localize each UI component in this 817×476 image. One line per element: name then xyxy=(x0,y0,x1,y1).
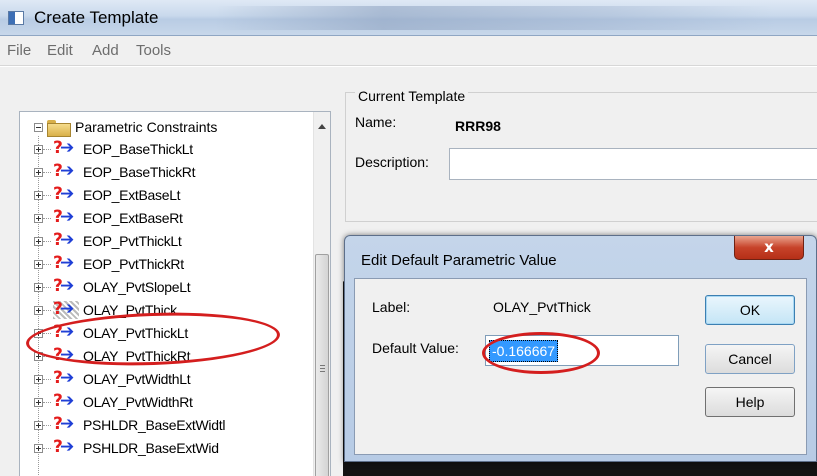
ok-button[interactable]: OK xyxy=(705,295,795,325)
parametric-constraint-icon: ? ➔ xyxy=(53,276,75,296)
description-label: Description: xyxy=(355,154,429,170)
tree-item[interactable]: ? ➔ PSHLDR_BaseExtWidtl xyxy=(34,414,225,436)
menu-add[interactable]: Add xyxy=(92,42,119,59)
scroll-up-arrow-icon[interactable] xyxy=(318,124,326,129)
expand-icon[interactable] xyxy=(34,305,43,315)
current-template-title: Current Template xyxy=(355,88,469,104)
annotation-ellipse-default-value xyxy=(482,332,600,374)
expand-icon[interactable] xyxy=(34,213,43,223)
menu-file[interactable]: File xyxy=(7,42,31,59)
tree-vertical-scrollbar[interactable] xyxy=(313,112,330,476)
expand-icon[interactable] xyxy=(34,259,43,269)
dialog-title: Edit Default Parametric Value xyxy=(361,252,557,269)
tree-item[interactable]: ? ➔ EOP_PvtThickLt xyxy=(34,230,182,252)
tree-item[interactable]: ? ➔ EOP_BaseThickLt xyxy=(34,138,193,160)
tree-item-label: PSHLDR_BaseExtWidtl xyxy=(83,417,226,433)
tree-item-label: PSHLDR_BaseExtWid xyxy=(83,440,219,456)
tree-item[interactable]: ? ➔ OLAY_PvtSlopeLt xyxy=(34,276,191,298)
default-value-caption: Default Value: xyxy=(372,340,459,356)
parametric-constraint-icon: ? ➔ xyxy=(53,207,75,227)
parametric-constraint-icon: ? ➔ xyxy=(53,437,75,457)
dialog-close-button[interactable]: x xyxy=(734,236,804,260)
cancel-button[interactable]: Cancel xyxy=(705,344,795,374)
expand-icon[interactable] xyxy=(34,167,43,177)
parametric-constraints-tree[interactable]: Parametric Constraints ? ➔ EOP_BaseThickL… xyxy=(19,111,331,476)
expand-icon[interactable] xyxy=(34,236,43,246)
parametric-constraint-icon: ? ➔ xyxy=(53,299,79,319)
parametric-constraint-icon: ? ➔ xyxy=(53,138,75,158)
dialog-label-value: OLAY_PvtThick xyxy=(493,299,591,315)
help-button[interactable]: Help xyxy=(705,387,795,417)
dialog-label-caption: Label: xyxy=(372,299,411,315)
expand-icon[interactable] xyxy=(34,282,43,292)
tree-item-label: EOP_BaseThickRt xyxy=(83,164,196,180)
main-workspace: Parametric Constraints ? ➔ EOP_BaseThickL… xyxy=(0,67,817,476)
scrollbar-thumb[interactable] xyxy=(315,254,329,476)
folder-icon xyxy=(47,119,71,137)
tree-item-label: OLAY_PvtWidthLt xyxy=(83,371,191,387)
name-label: Name: xyxy=(355,114,397,130)
tree-item[interactable]: ? ➔ PSHLDR_BaseExtWid xyxy=(34,437,219,459)
expand-icon[interactable] xyxy=(34,190,43,200)
tree-root-parametric-constraints[interactable]: Parametric Constraints xyxy=(34,116,217,138)
tree-item-label: OLAY_PvtWidthRt xyxy=(83,394,193,410)
tree-item-label: EOP_BaseThickLt xyxy=(83,141,193,157)
parametric-constraint-icon: ? ➔ xyxy=(53,161,75,181)
tree-item-label: EOP_ExtBaseLt xyxy=(83,187,181,203)
tree-item[interactable]: ? ➔ EOP_ExtBaseLt xyxy=(34,184,181,206)
menu-bar: File Edit Add Tools xyxy=(0,36,817,66)
window-title-bar: Create Template xyxy=(0,0,817,36)
parametric-constraint-icon: ? ➔ xyxy=(53,368,75,388)
menu-tools[interactable]: Tools xyxy=(136,42,171,59)
parametric-constraint-icon: ? ➔ xyxy=(53,414,75,434)
app-icon xyxy=(8,11,24,25)
tree-item[interactable]: ? ➔ OLAY_PvtWidthLt xyxy=(34,368,191,390)
menu-edit[interactable]: Edit xyxy=(47,42,73,59)
tree-item-label: OLAY_PvtSlopeLt xyxy=(83,279,191,295)
tree-item-label: EOP_PvtThickLt xyxy=(83,233,182,249)
parametric-constraint-icon: ? ➔ xyxy=(53,230,75,250)
tree-item[interactable]: ? ➔ EOP_ExtBaseRt xyxy=(34,207,183,229)
tree-item-label: EOP_ExtBaseRt xyxy=(83,210,183,226)
expand-icon[interactable] xyxy=(34,374,43,384)
parametric-constraint-icon: ? ➔ xyxy=(53,253,75,273)
tree-root-label: Parametric Constraints xyxy=(75,119,218,135)
parametric-constraint-icon: ? ➔ xyxy=(53,184,75,204)
window-title: Create Template xyxy=(34,8,159,27)
expand-icon[interactable] xyxy=(34,443,43,453)
tree-item-label: EOP_PvtThickRt xyxy=(83,256,184,272)
expand-icon[interactable] xyxy=(34,144,43,154)
tree-item[interactable]: ? ➔ EOP_BaseThickRt xyxy=(34,161,196,183)
tree-item[interactable]: ? ➔ EOP_PvtThickRt xyxy=(34,253,184,275)
template-name-value: RRR98 xyxy=(455,118,501,134)
title-bar-blurred-region xyxy=(215,6,775,30)
expand-icon[interactable] xyxy=(34,397,43,407)
description-field[interactable] xyxy=(449,148,817,180)
expand-icon[interactable] xyxy=(34,420,43,430)
tree-item[interactable]: ? ➔ OLAY_PvtWidthRt xyxy=(34,391,193,413)
parametric-constraint-icon: ? ➔ xyxy=(53,391,75,411)
collapse-icon[interactable] xyxy=(34,122,43,132)
